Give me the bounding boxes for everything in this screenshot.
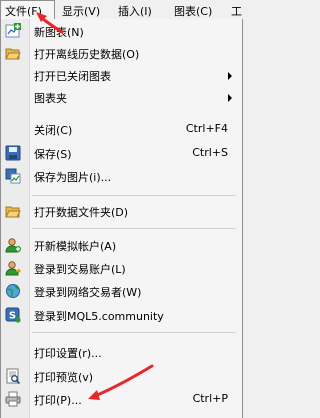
menu-separator: [32, 195, 236, 196]
menu-insert[interactable]: 插入(I): [118, 3, 152, 19]
demo-account-icon: [5, 238, 21, 253]
menu-item-open-offline[interactable]: 打开离线历史数据(O): [1, 43, 242, 64]
menu-tools[interactable]: 工: [231, 3, 242, 19]
menu-view[interactable]: 显示(V): [62, 3, 100, 19]
menu-item-open-data-folder[interactable]: 打开数据文件夹(D): [1, 201, 242, 222]
file-menu-dropdown: 新图表(N) 打开离线历史数据(O) 打开已关闭图表 图表夹 关闭(C) Ctr…: [0, 19, 243, 418]
new-chart-icon: [5, 23, 21, 38]
submenu-arrow-icon: [228, 94, 232, 102]
menu-separator: [32, 332, 236, 333]
menu-charts[interactable]: 图表(C): [174, 3, 212, 19]
menu-item-print-setup[interactable]: 打印设置(r)...: [1, 342, 242, 363]
menu-item-profiles[interactable]: 图表夹: [1, 87, 242, 108]
save-picture-icon: [5, 168, 21, 184]
menu-item-print-preview[interactable]: 打印预览(v): [1, 366, 242, 387]
menu-item-open-demo-account[interactable]: 开新模拟帐户(A): [1, 235, 242, 256]
menu-item-save-as-picture[interactable]: 保存为图片(i)...: [1, 166, 242, 187]
menu-separator: [32, 228, 236, 229]
menu-item-open-closed-charts[interactable]: 打开已关闭图表: [1, 65, 242, 86]
menu-file[interactable]: 文件(F): [0, 0, 55, 19]
svg-text:S: S: [9, 311, 16, 322]
trade-login-icon: [5, 261, 21, 276]
menu-item-login-web-trader[interactable]: 登录到网络交易者(W): [1, 281, 242, 302]
mql5-icon: S: [5, 307, 21, 323]
printer-icon: [5, 391, 21, 407]
menu-bar: 文件(F) 显示(V) 插入(I) 图表(C) 工: [0, 0, 243, 20]
submenu-arrow-icon: [228, 72, 232, 80]
menu-item-login-trade-account[interactable]: 登录到交易账户(L): [1, 258, 242, 279]
save-icon: [5, 145, 21, 161]
web-trader-icon: [6, 284, 20, 298]
menu-item-print[interactable]: 打印(P)... Ctrl+P: [1, 389, 242, 410]
open-folder-icon: [5, 48, 21, 60]
open-folder-icon: [5, 206, 21, 218]
print-preview-icon: [6, 368, 21, 384]
menu-item-close[interactable]: 关闭(C) Ctrl+F4: [1, 119, 242, 140]
menu-item-login-mql5[interactable]: S 登录到MQL5.community: [1, 305, 242, 326]
menu-item-new-chart[interactable]: 新图表(N): [1, 21, 242, 42]
menu-item-save[interactable]: 保存(S) Ctrl+S: [1, 143, 242, 164]
